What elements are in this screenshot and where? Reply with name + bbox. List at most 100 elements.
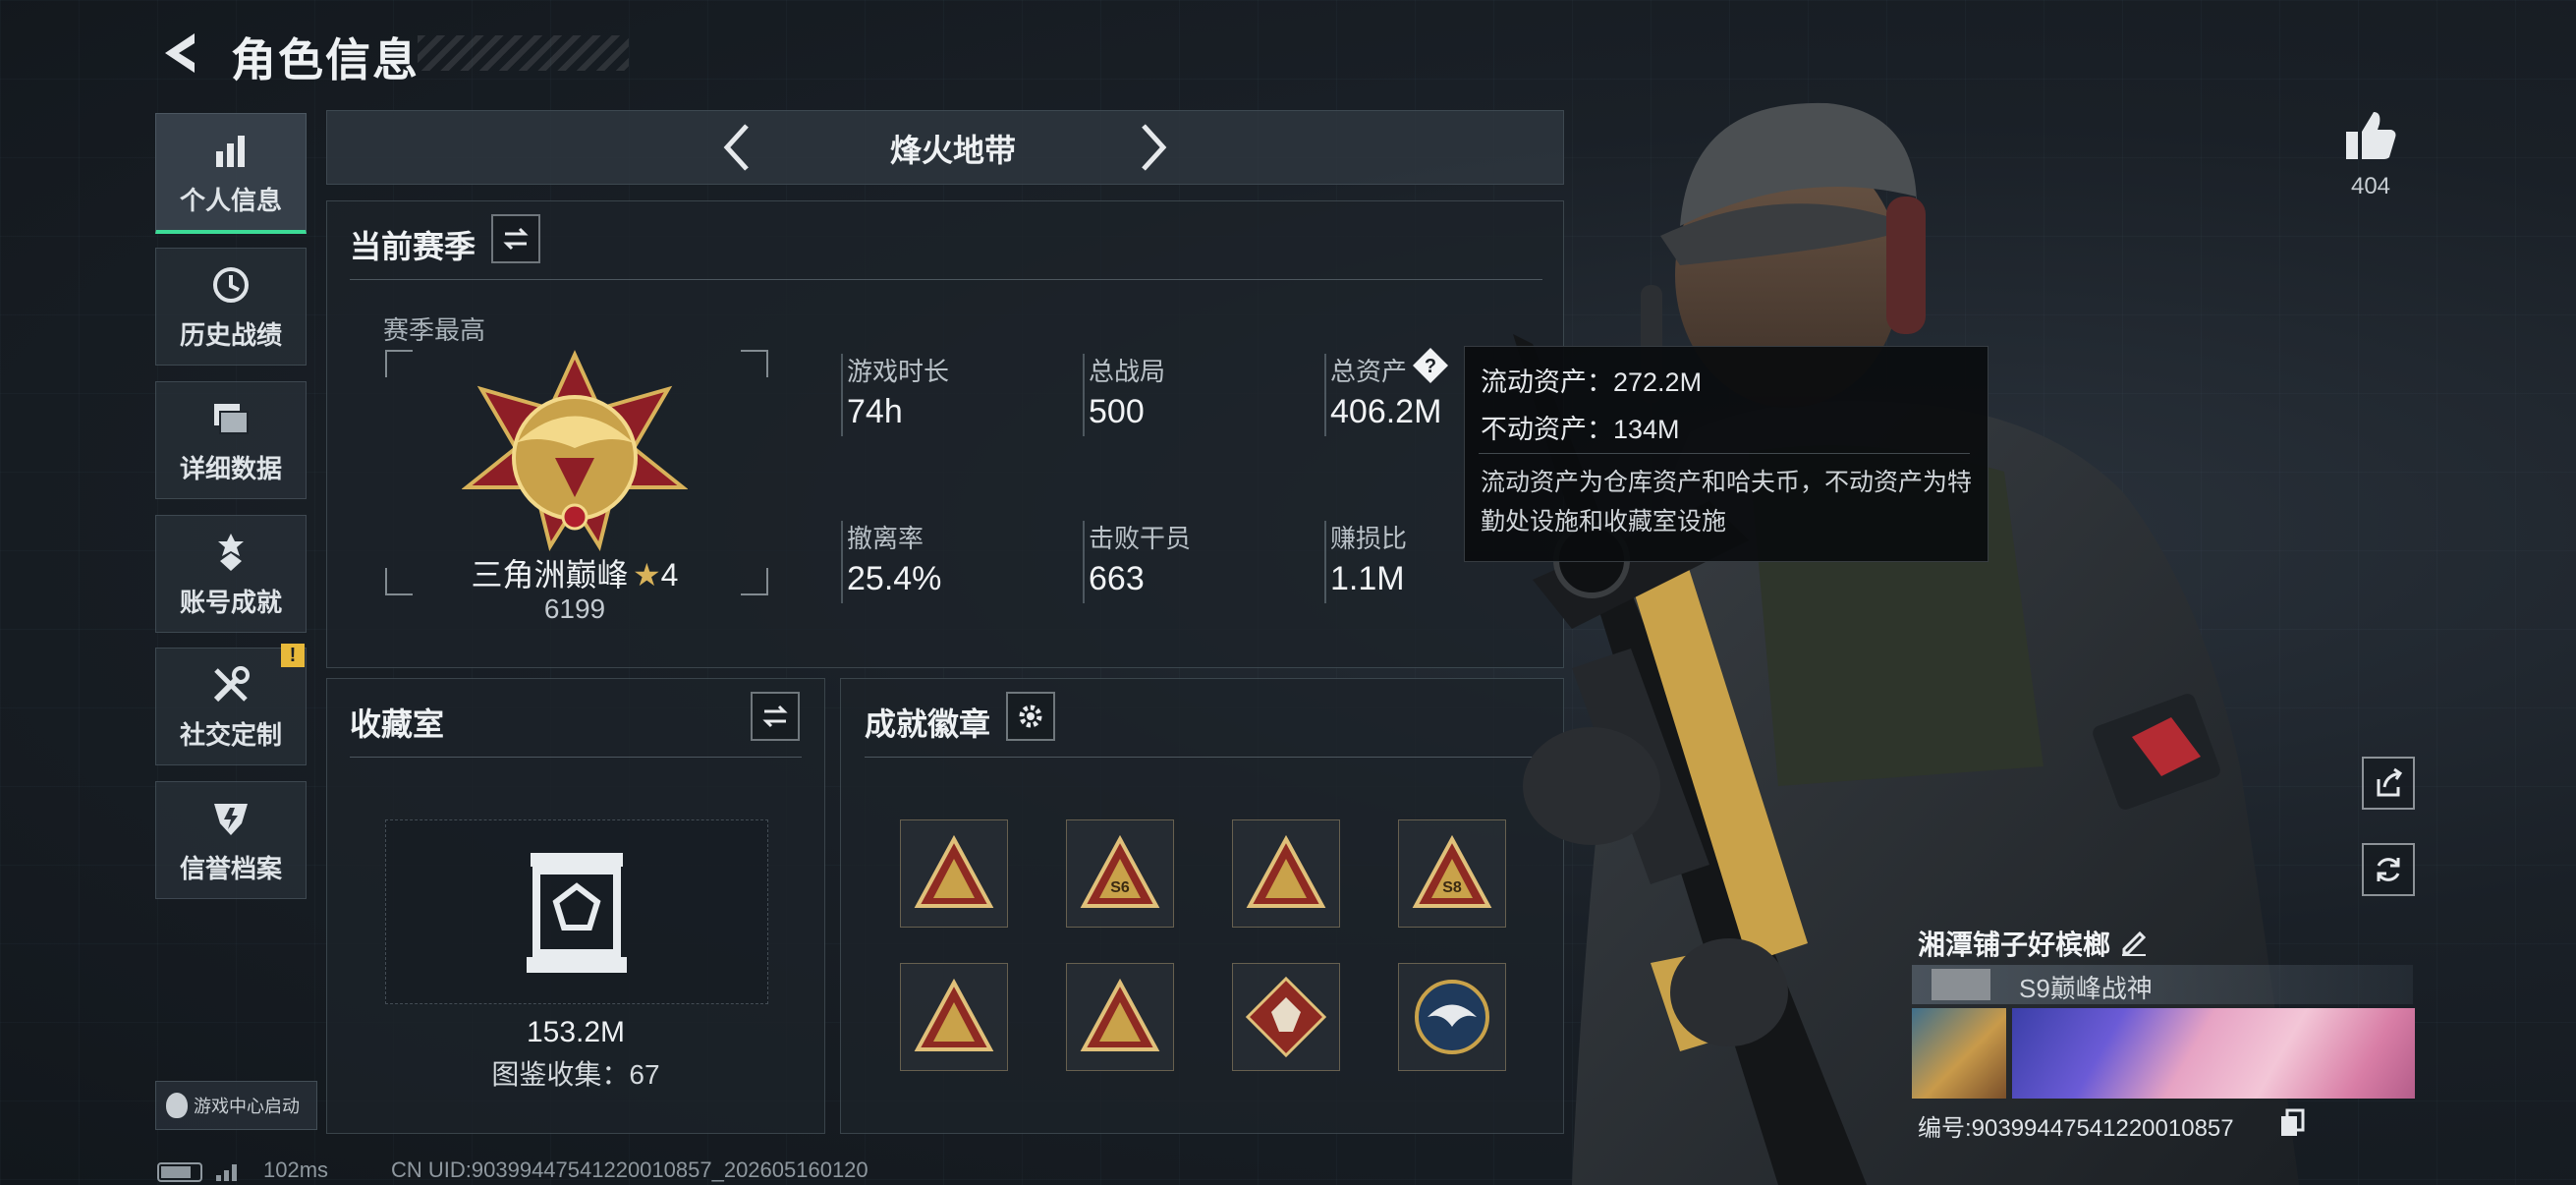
assets-tooltip: 流动资产：272.2M 不动资产：134M 流动资产为仓库资产和哈夫币，不动资产… xyxy=(1464,346,1988,562)
stat-label-total-matches: 总战局 xyxy=(1089,357,1166,386)
stat-label-profit-ratio: 赚损比 xyxy=(1330,524,1408,553)
svg-text:?: ? xyxy=(1425,356,1436,377)
switch-vault-button[interactable] xyxy=(751,692,800,741)
gear-icon xyxy=(1019,705,1042,728)
badge-slot[interactable] xyxy=(1232,963,1340,1071)
stat-value-total-matches: 500 xyxy=(1089,393,1145,430)
sidebar-item-label: 信誉档案 xyxy=(179,853,282,883)
triangle-badge-icon xyxy=(914,978,994,1051)
stat-label-kills: 击败干员 xyxy=(1089,524,1192,553)
badges-title: 成就徽章 xyxy=(865,706,991,742)
badge-slot[interactable] xyxy=(900,963,1008,1071)
share-icon xyxy=(2377,767,2403,797)
player-avatar[interactable] xyxy=(1912,1008,2006,1099)
season-title: 当前赛季 xyxy=(350,229,476,264)
sidebar-item-label: 社交定制 xyxy=(179,719,282,750)
folders-icon xyxy=(214,403,249,434)
footer-uid: CN UID:90399447541220010857_202605160120 xyxy=(391,1157,868,1182)
frame-corner xyxy=(741,350,768,377)
rank-name-row: 三角洲巅峰 ★4 xyxy=(462,550,688,595)
achievement-icon xyxy=(218,533,244,571)
vault-value: 153.2M xyxy=(526,1016,626,1048)
battery-signal-icon xyxy=(157,1162,237,1182)
sidebar-item-label: 详细数据 xyxy=(179,453,282,483)
stat-value-total-assets: 406.2M xyxy=(1330,393,1442,430)
badge-settings-button[interactable] xyxy=(1006,692,1055,741)
rank-score: 6199 xyxy=(543,593,606,624)
sidebar-item-credit-record[interactable]: 信誉档案 xyxy=(155,781,307,899)
vault-collection: 图鉴收集：67 xyxy=(491,1059,660,1090)
stat-value-extract-rate: 25.4% xyxy=(847,560,942,597)
season-divider xyxy=(350,279,1542,280)
back-arrow-icon[interactable] xyxy=(155,28,206,79)
warning-badge: ! xyxy=(281,644,305,667)
triangle-badge-icon xyxy=(1246,834,1326,908)
swap-icon xyxy=(762,705,788,728)
stat-separator xyxy=(841,354,843,436)
tooltip-liquid-assets: 流动资产：272.2M xyxy=(1481,367,1703,397)
edit-name-icon[interactable] xyxy=(2118,926,2150,957)
tooltip-fixed-assets: 不动资产：134M xyxy=(1481,415,1680,444)
sidebar-item-label: 个人信息 xyxy=(179,185,282,215)
stat-separator xyxy=(1324,354,1326,436)
rank-emblem-icon xyxy=(462,350,688,552)
frame-corner xyxy=(385,350,413,377)
player-name: 湘潭铺子好槟榔 xyxy=(1918,930,2111,960)
stat-label-play-time: 游戏时长 xyxy=(847,357,950,386)
vault-divider xyxy=(350,757,802,758)
badge-slot[interactable] xyxy=(1232,819,1340,928)
stat-value-play-time: 74h xyxy=(847,393,903,430)
credit-icon xyxy=(214,803,248,835)
switch-season-button[interactable] xyxy=(491,214,540,263)
rank-name: 三角洲巅峰 xyxy=(471,557,629,592)
refresh-button[interactable] xyxy=(2362,843,2415,896)
sidebar-item-history[interactable]: 历史战绩 xyxy=(155,248,307,366)
player-banner[interactable] xyxy=(2012,1008,2415,1099)
stat-separator xyxy=(1324,521,1326,603)
player-title: S9巅峰战神 xyxy=(2019,974,2153,1003)
badge-slot[interactable] xyxy=(900,819,1008,928)
stat-separator xyxy=(1083,354,1085,436)
vault-title: 收藏室 xyxy=(350,706,445,742)
frame-corner xyxy=(385,568,413,595)
tools-icon xyxy=(213,665,250,702)
mode-name: 烽火地带 xyxy=(889,133,1016,168)
title-emblem-icon xyxy=(1932,969,1990,1000)
frame-corner xyxy=(741,568,768,595)
badge-slot[interactable] xyxy=(1066,963,1174,1071)
sidebar-item-label: 历史战绩 xyxy=(179,319,282,350)
thumbs-up-icon[interactable] xyxy=(2342,106,2399,163)
prev-mode-arrow-icon[interactable] xyxy=(709,118,768,177)
bar-chart-icon xyxy=(216,135,245,167)
help-icon[interactable]: ? xyxy=(1411,346,1450,385)
tooltip-description: 流动资产为仓库资产和哈夫币，不动资产为特勤处设施和收藏室设施 xyxy=(1481,469,1973,536)
stat-label-total-assets: 总资产 xyxy=(1330,357,1408,386)
season-best-label: 赛季最高 xyxy=(383,315,486,345)
ping-value: 102ms xyxy=(263,1157,329,1182)
diamond-beast-badge-icon xyxy=(1245,976,1327,1058)
sidebar-item-label: 账号成就 xyxy=(179,587,282,617)
badges-divider xyxy=(865,757,1542,758)
share-button[interactable] xyxy=(2362,757,2415,810)
sidebar-item-personal-info[interactable]: 个人信息 xyxy=(155,113,307,234)
sidebar-item-detail-data[interactable]: 详细数据 xyxy=(155,381,307,499)
sidebar-item-achievements[interactable]: 账号成就 xyxy=(155,515,307,633)
stat-label-extract-rate: 撤离率 xyxy=(847,524,924,553)
player-uid: 编号:90399447541220010857 xyxy=(1918,1115,2234,1142)
badge-label: S6 xyxy=(1110,879,1130,896)
like-count: 404 xyxy=(2350,173,2391,199)
game-center-button[interactable]: 游戏中心启动 xyxy=(155,1081,317,1130)
title-decoration xyxy=(418,35,629,71)
game-center-label: 游戏中心启动 xyxy=(194,1097,300,1116)
stat-value-profit-ratio: 1.1M xyxy=(1330,560,1405,597)
stat-separator xyxy=(1083,521,1085,603)
next-mode-arrow-icon[interactable] xyxy=(1122,118,1181,177)
history-icon xyxy=(213,266,249,303)
badge-slot[interactable]: S6 xyxy=(1066,819,1174,928)
vault-display-case-icon xyxy=(527,853,627,973)
rank-star-icon: ★ xyxy=(632,557,661,592)
triangle-badge-icon xyxy=(1080,978,1160,1051)
refresh-icon xyxy=(2377,858,2400,881)
copy-icon[interactable] xyxy=(2279,1108,2307,1138)
stat-value-kills: 663 xyxy=(1089,560,1145,597)
